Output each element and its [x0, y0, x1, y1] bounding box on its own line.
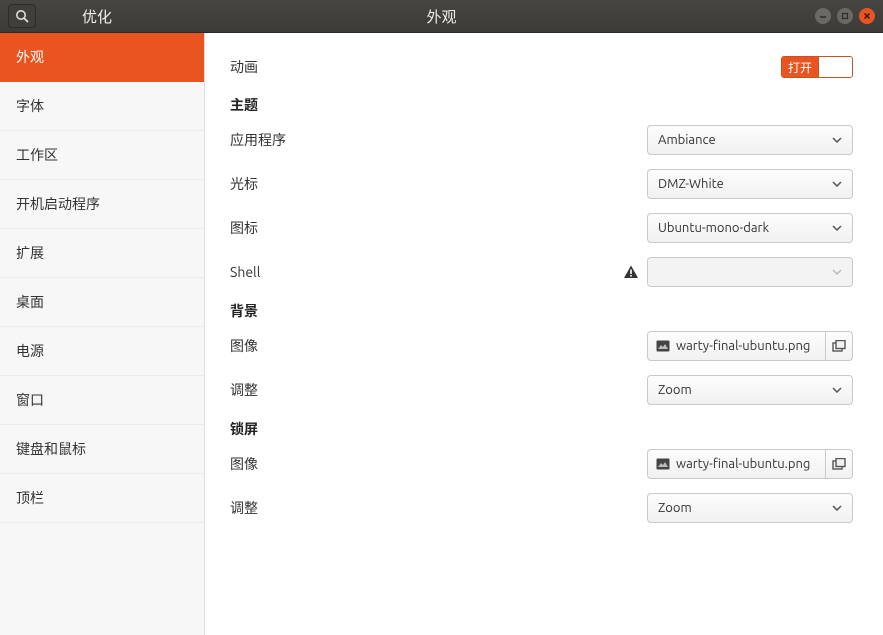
background-adjust-select[interactable]: Zoom: [647, 375, 853, 405]
minimize-icon: [819, 12, 827, 20]
sidebar-item-desktop[interactable]: 桌面: [0, 278, 204, 327]
sidebar-item-keyboard-mouse[interactable]: 键盘和鼠标: [0, 425, 204, 474]
app-title: 优化: [82, 6, 112, 27]
cursor-theme-select[interactable]: DMZ-White: [647, 169, 853, 199]
icons-theme-label: 图标: [230, 218, 258, 238]
page-title: 外观: [426, 6, 456, 27]
lock-adjust-select[interactable]: Zoom: [647, 493, 853, 523]
row-icons-theme: 图标 Ubuntu-mono-dark: [230, 213, 853, 243]
chevron-down-icon: [832, 137, 842, 143]
row-background-image: 图像 warty-final-ubuntu.png: [230, 331, 853, 361]
animations-label: 动画: [230, 57, 258, 77]
sidebar: 外观 字体 工作区 开机启动程序 扩展 桌面 电源 窗口 键盘和鼠标 顶栏: [0, 33, 205, 635]
close-button[interactable]: [859, 8, 875, 24]
row-animations: 动画 打开: [230, 53, 853, 81]
search-icon: [15, 9, 29, 23]
applications-theme-select[interactable]: Ambiance: [647, 125, 853, 155]
sidebar-item-power[interactable]: 电源: [0, 327, 204, 376]
sidebar-item-label: 开机启动程序: [16, 196, 100, 212]
row-shell-theme: Shell: [230, 257, 853, 287]
sidebar-item-label: 顶栏: [16, 490, 44, 506]
row-lock-image: 图像 warty-final-ubuntu.png: [230, 449, 853, 479]
sidebar-item-label: 桌面: [16, 294, 44, 310]
sidebar-item-startup[interactable]: 开机启动程序: [0, 180, 204, 229]
chevron-down-icon: [832, 505, 842, 511]
file-open-icon: [825, 450, 852, 478]
chevron-down-icon: [832, 181, 842, 187]
toggle-knob: [818, 57, 852, 77]
row-lock-adjust: 调整 Zoom: [230, 493, 853, 523]
sidebar-item-label: 工作区: [16, 147, 58, 163]
titlebar: 优化 外观: [0, 0, 883, 33]
sidebar-item-label: 窗口: [16, 392, 44, 408]
sidebar-item-label: 电源: [16, 343, 44, 359]
maximize-button[interactable]: [837, 8, 853, 24]
sidebar-item-topbar[interactable]: 顶栏: [0, 474, 204, 523]
file-name: warty-final-ubuntu.png: [676, 457, 825, 471]
lock-adjust-label: 调整: [230, 498, 258, 518]
row-background-adjust: 调整 Zoom: [230, 375, 853, 405]
shell-theme-select: [647, 257, 853, 287]
image-icon: [648, 458, 676, 470]
theme-heading: 主题: [230, 95, 853, 115]
lock-image-button[interactable]: warty-final-ubuntu.png: [647, 449, 853, 479]
sidebar-item-label: 扩展: [16, 245, 44, 261]
sidebar-item-windows[interactable]: 窗口: [0, 376, 204, 425]
minimize-button[interactable]: [815, 8, 831, 24]
sidebar-item-fonts[interactable]: 字体: [0, 82, 204, 131]
close-icon: [863, 12, 871, 20]
background-heading: 背景: [230, 301, 853, 321]
chevron-down-icon: [832, 387, 842, 393]
toggle-on-label: 打开: [782, 57, 818, 78]
combo-value: Zoom: [658, 501, 692, 515]
combo-value: DMZ-White: [658, 177, 724, 191]
combo-value: Ambiance: [658, 133, 716, 147]
animations-toggle[interactable]: 打开: [781, 56, 853, 78]
chevron-down-icon: [832, 269, 842, 275]
cursor-theme-label: 光标: [230, 174, 258, 194]
maximize-icon: [841, 12, 849, 20]
background-image-button[interactable]: warty-final-ubuntu.png: [647, 331, 853, 361]
icons-theme-select[interactable]: Ubuntu-mono-dark: [647, 213, 853, 243]
sidebar-item-label: 字体: [16, 98, 44, 114]
sidebar-item-label: 外观: [16, 49, 44, 65]
content: 外观 字体 工作区 开机启动程序 扩展 桌面 电源 窗口 键盘和鼠标 顶栏 动画…: [0, 33, 883, 635]
shell-theme-label: Shell: [230, 264, 260, 280]
sidebar-item-label: 键盘和鼠标: [16, 441, 86, 457]
lock-image-label: 图像: [230, 454, 258, 474]
window-controls: [815, 8, 875, 24]
background-adjust-label: 调整: [230, 380, 258, 400]
main-panel: 动画 打开 主题 应用程序 Ambiance 光标 DMZ-White: [205, 33, 883, 635]
sidebar-item-extensions[interactable]: 扩展: [0, 229, 204, 278]
file-open-icon: [825, 332, 852, 360]
lockscreen-heading: 锁屏: [230, 419, 853, 439]
applications-theme-label: 应用程序: [230, 130, 286, 150]
warning-icon: [623, 264, 639, 280]
sidebar-item-workspaces[interactable]: 工作区: [0, 131, 204, 180]
image-icon: [648, 340, 676, 352]
file-name: warty-final-ubuntu.png: [676, 339, 825, 353]
search-button[interactable]: [8, 4, 36, 28]
sidebar-item-appearance[interactable]: 外观: [0, 33, 204, 82]
row-cursor-theme: 光标 DMZ-White: [230, 169, 853, 199]
combo-value: Ubuntu-mono-dark: [658, 221, 769, 235]
row-applications-theme: 应用程序 Ambiance: [230, 125, 853, 155]
chevron-down-icon: [832, 225, 842, 231]
combo-value: Zoom: [658, 383, 692, 397]
background-image-label: 图像: [230, 336, 258, 356]
